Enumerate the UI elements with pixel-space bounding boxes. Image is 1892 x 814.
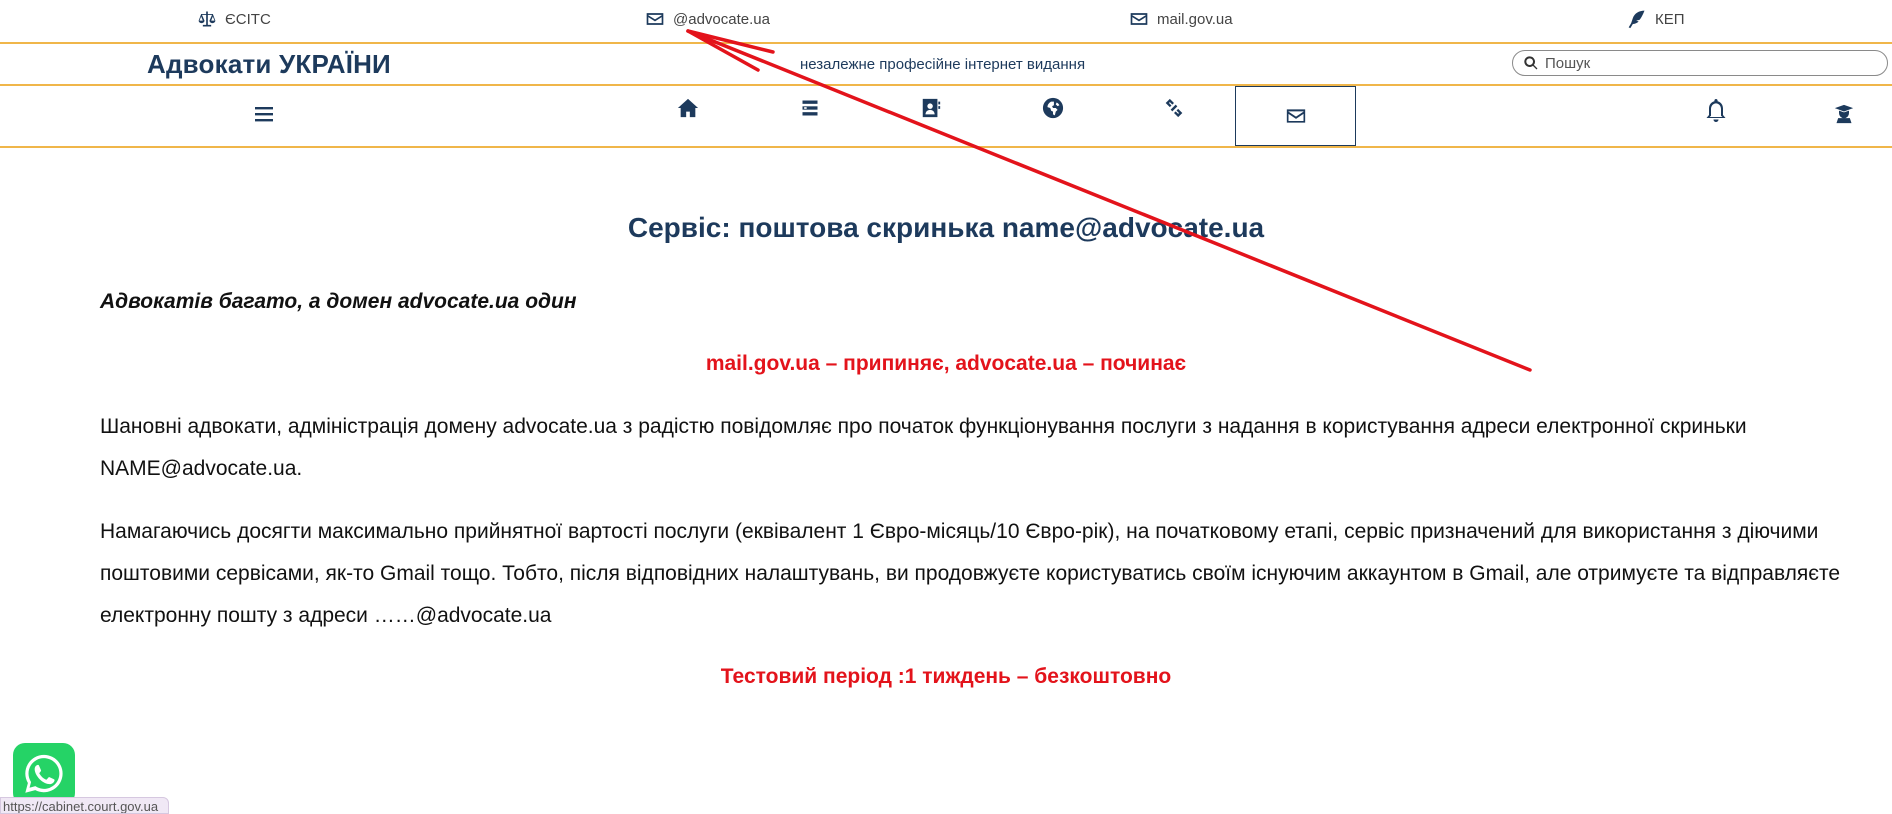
- page-title: Сервіс: поштова скринька name@advocate.u…: [627, 212, 1265, 243]
- list-icon: [802, 100, 818, 116]
- main-nav: [0, 86, 1892, 148]
- home-icon: [677, 98, 699, 118]
- lead-text: Адвокатів багато, а домен advocate.ua од…: [100, 290, 577, 313]
- nav-home[interactable]: [676, 96, 700, 120]
- envelope-icon: [1130, 13, 1148, 25]
- whatsapp-icon: [25, 754, 63, 793]
- site-header: Адвокати УКРАЇНИ незалежне професійне ін…: [0, 44, 1892, 86]
- notifications-button[interactable]: [1704, 98, 1728, 124]
- search-input[interactable]: [1545, 54, 1865, 72]
- search-box: [1512, 50, 1888, 76]
- nav-contacts[interactable]: [919, 96, 943, 120]
- top-links-bar: ЄСІТС @advocate.ua mail.gov.ua КЕП: [0, 0, 1892, 44]
- toplink-advocate-mail[interactable]: @advocate.ua: [645, 8, 770, 30]
- contacts-icon: [922, 98, 941, 118]
- paragraph-details: Намагаючись досягти максимально прийнятн…: [100, 520, 1841, 627]
- nav-links[interactable]: [1162, 96, 1186, 120]
- toplink-kep[interactable]: КЕП: [1627, 8, 1685, 30]
- toplink-label: ЄСІТС: [225, 10, 271, 28]
- trial-notice: Тестовий період :1 тиждень – безкоштовно: [720, 665, 1172, 688]
- site-tagline: незалежне професійне інтернет видання: [800, 56, 1086, 73]
- nav-globe[interactable]: [1041, 96, 1065, 120]
- status-url: https://cabinet.court.gov.ua: [0, 797, 170, 814]
- toplink-label: mail.gov.ua: [1157, 10, 1233, 28]
- graduate-icon: [1834, 104, 1854, 124]
- feather-icon: [1628, 10, 1645, 29]
- menu-button[interactable]: [253, 103, 275, 125]
- mail-icon: [1286, 109, 1305, 123]
- account-button[interactable]: [1833, 103, 1855, 125]
- toplink-label: КЕП: [1655, 10, 1685, 28]
- menu-icon: [255, 107, 273, 122]
- toplink-esits[interactable]: ЄСІТС: [197, 8, 271, 30]
- search-icon[interactable]: [1523, 55, 1539, 71]
- nav-list[interactable]: [798, 96, 822, 120]
- bell-icon: [1706, 99, 1726, 122]
- toplink-label: @advocate.ua: [673, 10, 770, 28]
- nav-mail[interactable]: [1235, 86, 1356, 146]
- link-icon: [1165, 98, 1183, 118]
- paragraph-intro: Шановні адвокати, адміністрація домену a…: [100, 415, 1747, 480]
- highlight-announcement: mail.gov.ua – припиняє, advocate.ua – по…: [705, 352, 1187, 375]
- scales-icon: [198, 11, 216, 27]
- toplink-mail-gov[interactable]: mail.gov.ua: [1129, 8, 1233, 30]
- site-brand[interactable]: Адвокати УКРАЇНИ: [147, 49, 391, 80]
- envelope-icon: [646, 13, 664, 25]
- globe-icon: [1042, 97, 1064, 119]
- whatsapp-button[interactable]: [13, 743, 75, 805]
